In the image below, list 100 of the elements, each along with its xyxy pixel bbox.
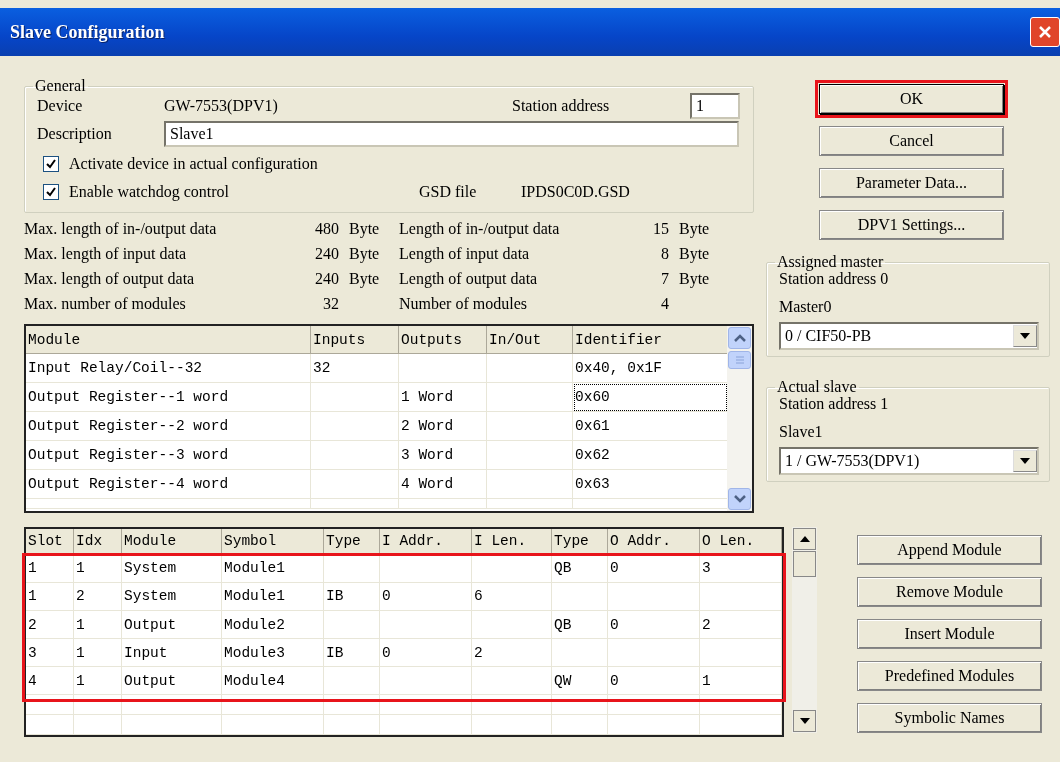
stat-label: Length of input data xyxy=(399,244,531,265)
check-icon xyxy=(46,159,56,169)
table-cell xyxy=(324,554,380,583)
table-cell xyxy=(324,715,380,735)
column-header[interactable]: I Addr. xyxy=(380,529,472,555)
dialog-button[interactable]: Parameter Data... xyxy=(819,168,1004,198)
chevron-down-icon xyxy=(733,495,746,503)
scroll-up-button[interactable] xyxy=(793,528,816,550)
scroll-down-button[interactable] xyxy=(793,710,816,732)
column-header[interactable]: Slot xyxy=(26,529,74,555)
table-cell xyxy=(552,639,608,668)
dropdown[interactable]: 0 / CIF50-PB xyxy=(779,322,1039,350)
scroll-thumb[interactable] xyxy=(728,351,751,369)
table-cell: 3 Word xyxy=(399,441,487,470)
column-header[interactable]: Symbol xyxy=(222,529,324,555)
table-cell: IB xyxy=(324,582,380,611)
column-header[interactable]: O Addr. xyxy=(608,529,700,555)
table-cell xyxy=(26,695,74,716)
module-button[interactable]: Symbolic Names xyxy=(857,703,1042,733)
table-cell: 1 xyxy=(26,554,74,583)
device-label: Device xyxy=(37,97,84,115)
stat-label: Max. length of output data xyxy=(24,269,196,290)
dialog-button[interactable]: Cancel xyxy=(819,126,1004,156)
close-icon xyxy=(1037,24,1053,40)
column-header[interactable]: Outputs xyxy=(399,326,487,354)
checkbox[interactable] xyxy=(43,184,59,200)
table-cell: Output Register--2 word xyxy=(26,412,311,441)
stat-value: 480 xyxy=(314,219,339,239)
table-cell: Output xyxy=(122,667,222,696)
table-cell: Module1 xyxy=(222,554,324,583)
table-cell xyxy=(74,695,122,716)
scroll-up-icon xyxy=(799,536,810,542)
close-button[interactable] xyxy=(1030,17,1060,47)
table-cell: 1 xyxy=(26,582,74,611)
table-cell: System xyxy=(122,554,222,583)
table-cell: 1 xyxy=(74,611,122,640)
table-cell: 1 xyxy=(74,554,122,583)
stat-unit: Byte xyxy=(678,269,711,290)
table-cell: 1 xyxy=(74,639,122,668)
name-text: Slave1 xyxy=(779,423,824,441)
table-cell: Module2 xyxy=(222,611,324,640)
grip-icon xyxy=(734,356,745,364)
description-field[interactable]: Slave1 xyxy=(164,121,739,147)
column-header[interactable]: Type xyxy=(324,529,380,555)
table-cell xyxy=(74,715,122,735)
table-cell: 0 xyxy=(380,639,472,668)
scrollbar[interactable] xyxy=(792,527,817,733)
stat-value: 15 xyxy=(652,219,669,239)
table-cell xyxy=(324,611,380,640)
table-cell: 3 xyxy=(26,639,74,668)
stat-label: Number of modules xyxy=(399,294,528,314)
stat-label: Length of in-/output data xyxy=(399,219,561,240)
table-cell: Module1 xyxy=(222,582,324,611)
table-cell: 2 Word xyxy=(399,412,487,441)
column-header[interactable]: Identifier xyxy=(573,326,727,354)
column-header[interactable]: In/Out xyxy=(487,326,573,354)
module-button[interactable]: Remove Module xyxy=(857,577,1042,607)
column-header[interactable]: Type xyxy=(552,529,608,555)
column-header[interactable]: Module xyxy=(26,326,311,354)
table-cell: 2 xyxy=(26,611,74,640)
module-button[interactable]: Predefined Modules xyxy=(857,661,1042,691)
table-cell: 0 xyxy=(380,582,472,611)
column-header[interactable]: Inputs xyxy=(311,326,399,354)
scrollbar[interactable] xyxy=(727,326,752,511)
dialog-button[interactable]: DPV1 Settings... xyxy=(819,210,1004,240)
checkbox-label: Enable watchdog control xyxy=(69,183,230,201)
stat-unit: Byte xyxy=(678,219,711,240)
group-title: General xyxy=(34,78,87,94)
table-cell: 1 xyxy=(700,667,782,696)
column-header[interactable]: Idx xyxy=(74,529,122,555)
scroll-down-icon xyxy=(799,718,810,724)
description-label: Description xyxy=(37,125,113,143)
table-cell: 32 xyxy=(311,354,399,383)
station-address-label: Station address xyxy=(512,97,611,115)
table-cell xyxy=(552,582,608,611)
table-cell: QB xyxy=(552,554,608,583)
table-cell: 0 xyxy=(608,611,700,640)
station-address-field[interactable]: 1 xyxy=(690,93,740,119)
dialog-button[interactable]: OK xyxy=(819,84,1004,114)
table-cell: 1 Word xyxy=(399,383,487,412)
column-header[interactable]: I Len. xyxy=(472,529,552,555)
scroll-thumb[interactable] xyxy=(793,551,816,577)
stat-unit: Byte xyxy=(348,244,381,265)
module-button[interactable]: Insert Module xyxy=(857,619,1042,649)
table-cell: 4 Word xyxy=(399,470,487,499)
stat-value: 8 xyxy=(660,244,669,264)
column-header[interactable]: O Len. xyxy=(700,529,782,555)
gsd-file-label: GSD file xyxy=(419,183,478,201)
group-title: Assigned master xyxy=(776,254,885,270)
table-cell xyxy=(324,667,380,696)
dropdown[interactable]: 1 / GW-7553(DPV1) xyxy=(779,447,1039,475)
stat-value: 240 xyxy=(314,269,339,289)
column-header[interactable]: Module xyxy=(122,529,222,555)
table-cell: Input Relay/Coil--32 xyxy=(26,354,311,383)
checkbox[interactable] xyxy=(43,156,59,172)
name-text: Master0 xyxy=(779,298,833,316)
group-title: Actual slave xyxy=(776,379,858,395)
module-button[interactable]: Append Module xyxy=(857,535,1042,565)
checkbox-label: Activate device in actual configuration xyxy=(69,155,318,173)
table-cell xyxy=(324,695,380,716)
